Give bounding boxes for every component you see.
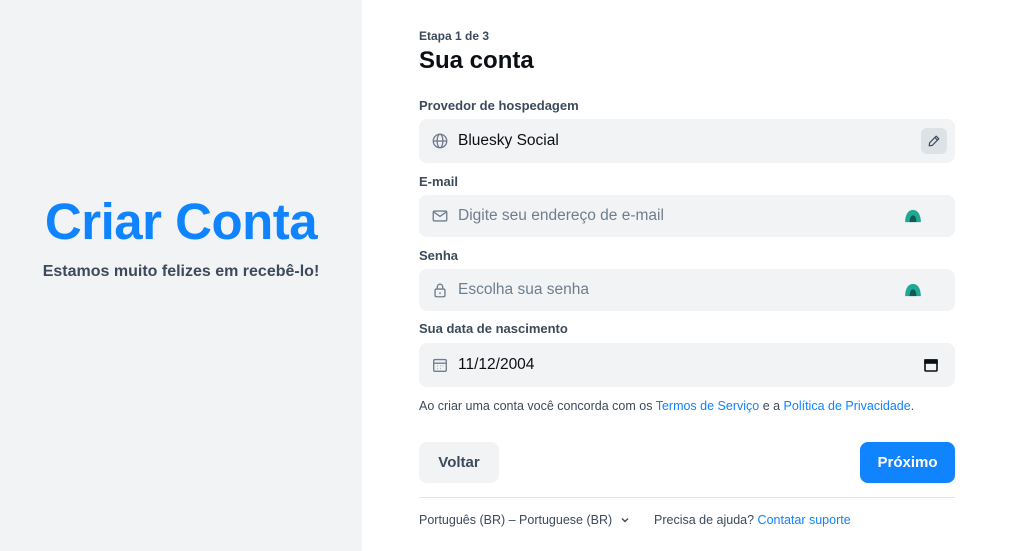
terms-of-service-link[interactable]: Termos de Serviço	[656, 399, 760, 413]
language-label: Português (BR) – Portuguese (BR)	[419, 513, 613, 527]
terms-text: Ao criar uma conta você concorda com os …	[419, 399, 915, 413]
email-field[interactable]: Digite seu endereço de e-mail	[419, 195, 955, 237]
contact-support-link[interactable]: Contatar suporte	[758, 513, 851, 527]
hero-subtitle: Estamos muito felizes em recebê-lo!	[42, 263, 320, 280]
password-manager-icon[interactable]	[904, 283, 922, 297]
password-placeholder: Escolha sua senha	[458, 281, 589, 298]
birthdate-label: Sua data de nascimento	[419, 321, 568, 336]
password-label: Senha	[419, 248, 459, 263]
birthdate-value: 11/12/2004	[458, 356, 535, 373]
calendar-icon	[433, 358, 447, 372]
left-panel: Criar Conta Estamos muito felizes em rec…	[0, 0, 362, 551]
language-selector[interactable]: Português (BR) – Portuguese (BR)	[419, 513, 630, 527]
back-button[interactable]: Voltar	[419, 442, 499, 483]
hero-title: Criar Conta	[44, 193, 318, 250]
form-title: Sua conta	[419, 47, 534, 74]
next-button[interactable]: Próximo	[860, 442, 955, 483]
password-field[interactable]: Escolha sua senha	[419, 269, 955, 311]
email-placeholder: Digite seu endereço de e-mail	[458, 207, 664, 224]
chevron-down-icon	[621, 518, 629, 523]
divider	[419, 497, 955, 498]
provider-field[interactable]: Bluesky Social	[419, 119, 955, 163]
lock-icon	[434, 283, 446, 298]
globe-icon	[432, 133, 448, 149]
edit-provider-button[interactable]	[921, 128, 947, 154]
date-picker-icon[interactable]	[924, 358, 938, 372]
provider-label: Provedor de hospedagem	[419, 98, 579, 113]
step-indicator: Etapa 1 de 3	[419, 29, 490, 43]
password-manager-icon[interactable]	[904, 209, 922, 223]
birthdate-field[interactable]: 11/12/2004	[419, 343, 955, 387]
pencil-icon	[928, 135, 940, 147]
signup-form: Etapa 1 de 3 Sua conta Provedor de hospe…	[419, 0, 955, 551]
envelope-icon	[432, 210, 448, 222]
help-text: Precisa de ajuda? Contatar suporte	[654, 513, 851, 527]
email-label: E-mail	[419, 174, 459, 189]
provider-value: Bluesky Social	[458, 132, 559, 149]
privacy-policy-link[interactable]: Política de Privacidade	[784, 399, 911, 413]
